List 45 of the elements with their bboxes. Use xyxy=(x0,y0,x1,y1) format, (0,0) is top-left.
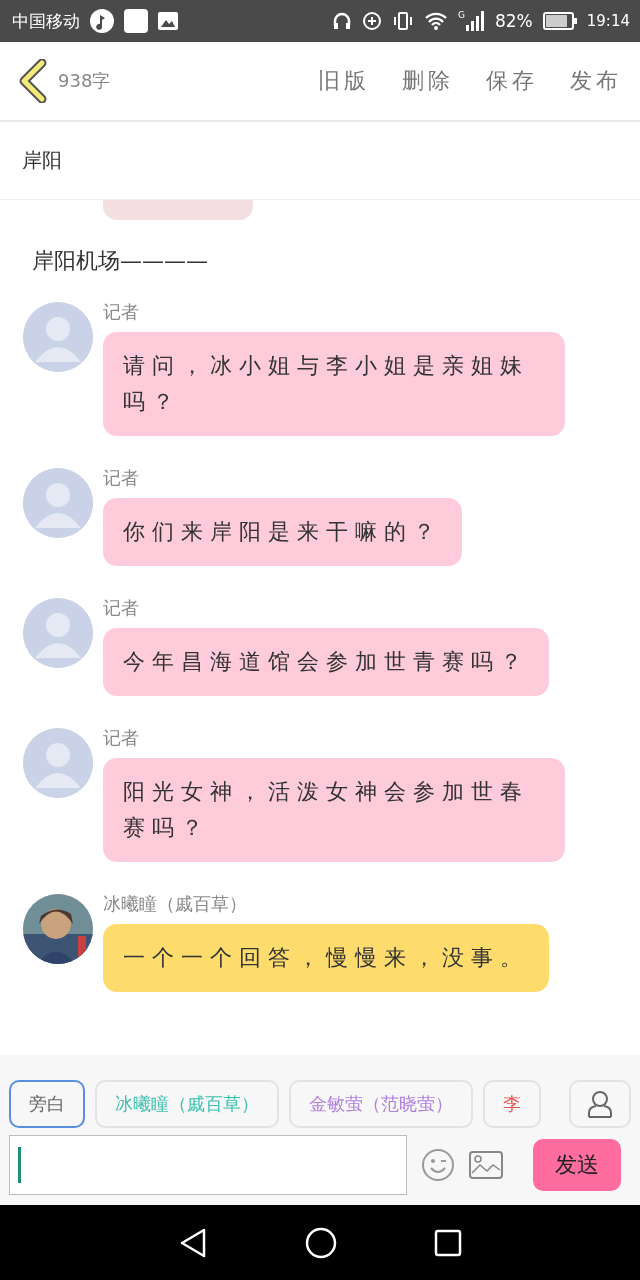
battery-percent: 82% xyxy=(494,11,533,31)
avatar-icon xyxy=(23,728,93,798)
sender-name: 记者 xyxy=(103,726,140,750)
avatar-icon xyxy=(23,302,93,372)
clock: 19:14 xyxy=(586,12,630,30)
recents-icon[interactable] xyxy=(433,1228,462,1257)
role-chip[interactable]: 李 xyxy=(483,1080,541,1128)
wifi-icon xyxy=(424,11,448,31)
music-app-icon xyxy=(90,9,114,33)
sender-name: 记者 xyxy=(103,596,140,620)
emoji-icon[interactable] xyxy=(421,1148,455,1182)
avatar-icon xyxy=(23,598,93,668)
carrier-name: 中国移动 xyxy=(12,9,80,33)
header-action[interactable]: 保存 xyxy=(486,66,538,96)
header-action[interactable]: 旧版 xyxy=(318,66,370,96)
message-bubble: 请问，冰小姐与李小姐是亲姐妹吗？ xyxy=(103,332,565,436)
word-count: 938字 xyxy=(58,69,111,93)
role-chip[interactable]: 旁白 xyxy=(9,1080,85,1128)
avatar-icon xyxy=(23,468,93,538)
message-bubble: 今年昌海道馆会参加世青赛吗？ xyxy=(103,628,549,696)
headphones-icon xyxy=(332,11,352,31)
image-icon xyxy=(158,12,178,30)
message-bubble: 阳光女神，活泼女神会参加世春赛吗？ xyxy=(103,758,565,862)
message-bubble: 一个一个回答，慢慢来，没事。 xyxy=(103,924,549,992)
home-icon[interactable] xyxy=(305,1226,337,1259)
narration-text: 岸阳机场———— xyxy=(31,247,209,275)
data-saver-icon xyxy=(362,11,382,31)
sender-name: 记者 xyxy=(103,466,140,490)
person-icon xyxy=(587,1090,613,1118)
image-icon[interactable] xyxy=(469,1151,503,1179)
vibrate-icon xyxy=(392,11,414,31)
app-icon xyxy=(124,9,148,33)
header-action[interactable]: 发布 xyxy=(570,66,622,96)
message-bubble: 你们来岸阳是来干嘛的？ xyxy=(103,498,462,566)
header-action[interactable]: 删除 xyxy=(402,66,454,96)
role-chip[interactable]: 金敏萤（范晓萤） xyxy=(289,1080,473,1128)
network-type: G xyxy=(458,10,465,20)
back-chevron-icon[interactable] xyxy=(18,59,48,103)
battery-icon xyxy=(542,12,577,30)
send-button[interactable]: 发送 xyxy=(533,1139,621,1191)
sender-name: 冰曦瞳（戚百草） xyxy=(103,892,248,916)
sender-name: 记者 xyxy=(103,300,140,324)
person-button[interactable] xyxy=(569,1080,631,1128)
signal-icon xyxy=(464,11,485,31)
message-input-field[interactable] xyxy=(9,1135,407,1195)
